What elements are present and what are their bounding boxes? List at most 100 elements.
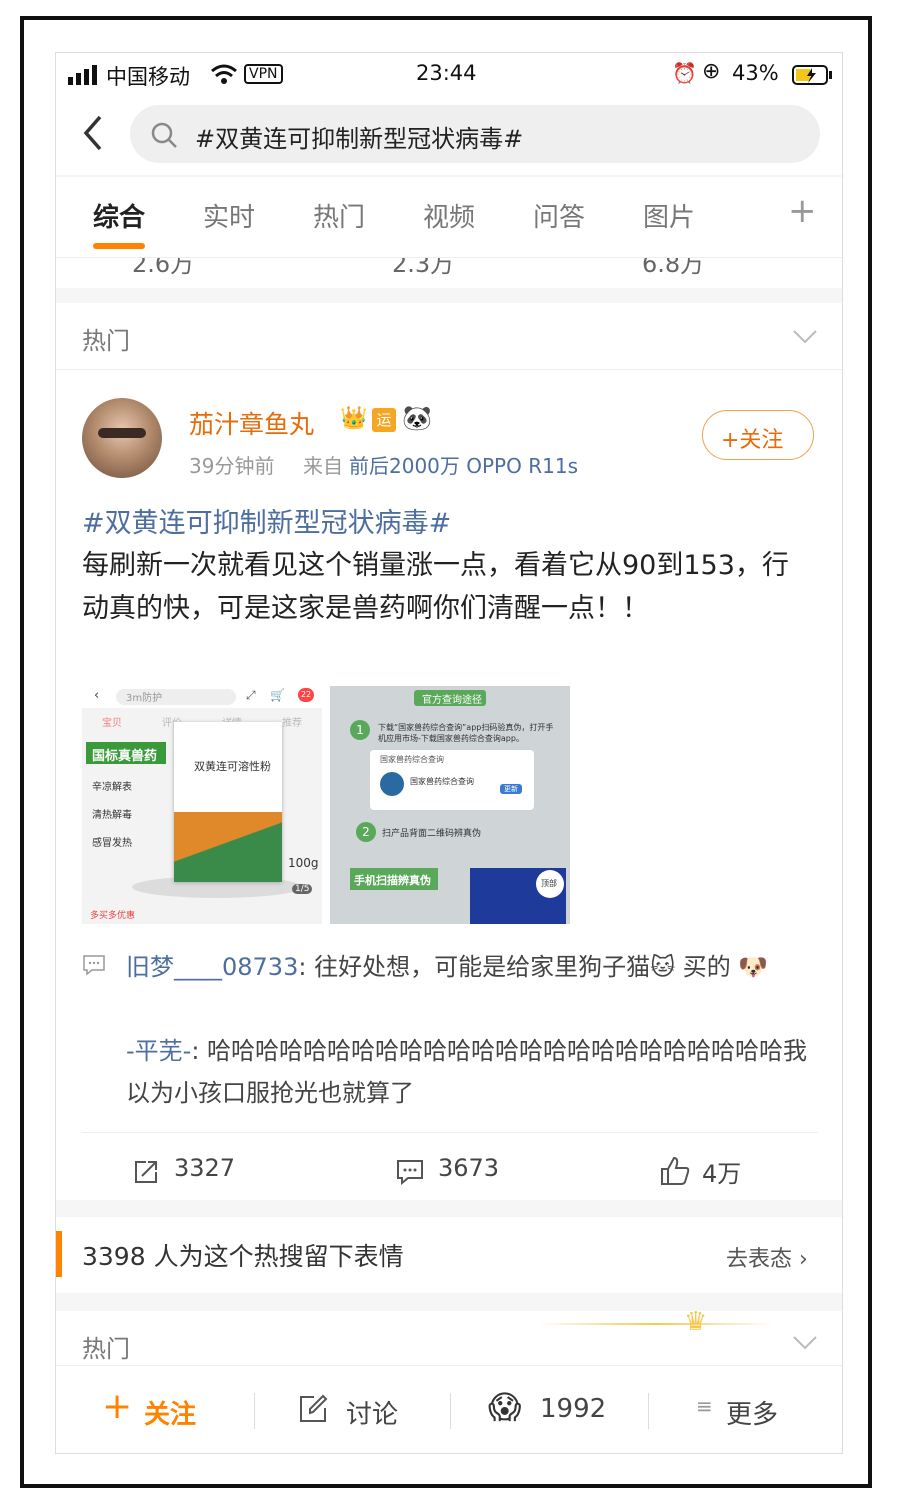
wifi-icon <box>211 64 237 84</box>
source-prefix: 来自 <box>303 454 343 478</box>
img1-search: 3m防护 <box>126 693 163 704</box>
badge-icon: 运 <box>372 408 396 432</box>
hot-section-header-2[interactable]: 热门 ♛ <box>56 1307 842 1371</box>
plus-icon: + <box>102 1386 133 1427</box>
post-topic-link[interactable]: #双黄连可抑制新型冠状病毒# <box>82 501 451 540</box>
img1-banner: 国标真兽药 <box>86 742 166 764</box>
follow-topic-button[interactable]: + 关注 <box>96 1380 256 1440</box>
repost-button[interactable]: 3327 <box>132 1152 292 1192</box>
comment-count: 3673 <box>438 1154 500 1182</box>
img2-step2: 扫产品背面二维码辨真伪 <box>382 829 482 839</box>
comment-icon <box>397 1160 423 1186</box>
tab-comprehensive[interactable]: 综合 <box>93 197 145 234</box>
emoji-reaction-button[interactable]: 😱 1992 <box>488 1380 628 1440</box>
emotion-bar[interactable]: 3398 人为这个热搜留下表情 去表态 › <box>56 1217 842 1293</box>
clock: 23:44 <box>416 61 477 85</box>
battery-percent: 43% <box>732 61 779 85</box>
search-query: #双黄连可抑制新型冠状病毒# <box>195 125 524 153</box>
bottom-action-bar: + 关注 讨论 😱 1992 ≡ 更多 <box>56 1365 842 1453</box>
hot-section-header[interactable]: 热门 <box>56 303 842 370</box>
section-title: 热门 <box>82 1335 130 1363</box>
follow-label: +关注 <box>721 428 784 453</box>
separator <box>254 1393 255 1429</box>
panda-icon: 🐼 <box>402 404 432 432</box>
section-title: 热门 <box>82 327 130 355</box>
emoji-count: 1992 <box>540 1394 607 1424</box>
chevron-down-icon[interactable] <box>792 1335 818 1351</box>
express-link[interactable]: 去表态 › <box>726 1241 808 1273</box>
post-image-1[interactable]: ‹ 3m防护 ⤢ 🛒 22 宝贝 评价 详情 推荐 国标真兽药 辛凉解表 清热解… <box>82 686 322 924</box>
divider <box>82 1132 818 1133</box>
prev-comment-count: 2.3万 <box>392 258 455 278</box>
like-count: 4万 <box>702 1160 742 1188</box>
comment-item: 旧梦____08733: 往好处想，可能是给家里狗子猫🐱 买的 🐶 <box>126 946 816 988</box>
post-image-2[interactable]: 官方查询途径 1 下载“国家兽药综合查询”app扫码验真伪，打开手机应用市场-下… <box>330 686 570 924</box>
back-arrow-icon[interactable] <box>80 113 104 153</box>
img1-weight: 100g <box>288 856 319 870</box>
previous-post-actions: 2.6万 2.3万 6.8万 <box>56 258 842 288</box>
tab-video[interactable]: 视频 <box>423 197 475 234</box>
img2-app-card: 国家兽药综合查询 国家兽药综合查询 更新 <box>370 750 534 810</box>
comment-item: -平芜-: 哈哈哈哈哈哈哈哈哈哈哈哈哈哈哈哈哈哈哈哈哈哈哈哈我以为小孩口服抢光也… <box>126 1030 816 1114</box>
discuss-label: 讨论 <box>346 1400 399 1430</box>
comment-preview-icon <box>83 955 105 976</box>
comment-button[interactable]: 3673 <box>396 1152 556 1192</box>
phone-screen: 中国移动 VPN 23:44 ⏰ ⊕ 43% #双黄连可抑制新型冠状病毒# 综合… <box>55 52 843 1454</box>
img2-top-button: 顶部 <box>536 870 564 898</box>
tab-hot[interactable]: 热门 <box>313 197 365 234</box>
separator <box>450 1393 451 1429</box>
more-button[interactable]: ≡ 更多 <box>696 1380 826 1440</box>
tab-qa[interactable]: 问答 <box>533 197 585 234</box>
img1-tab: 推荐 <box>282 718 302 729</box>
follow-button[interactable]: +关注 <box>702 410 814 460</box>
discuss-button[interactable]: 讨论 <box>298 1380 428 1440</box>
accent-stripe <box>56 1231 62 1277</box>
vpn-badge: VPN <box>244 64 283 84</box>
tab-realtime[interactable]: 实时 <box>203 197 255 234</box>
img2-title-pill: 官方查询途径 <box>414 690 486 706</box>
img1-product-bag: 双黄连可溶性粉 <box>174 722 282 882</box>
repost-icon <box>135 1161 157 1183</box>
tab-bar: 综合 实时 热门 视频 问答 图片 + <box>56 177 842 258</box>
author-name[interactable]: 茄汁章鱼丸 <box>189 405 314 441</box>
decor-line <box>536 1323 776 1325</box>
search-row: #双黄连可抑制新型冠状病毒# <box>56 95 842 175</box>
menu-icon: ≡ <box>696 1394 713 1418</box>
tab-images[interactable]: 图片 <box>643 197 695 234</box>
img1-cart-badge: 22 <box>298 688 314 702</box>
img1-cart-icon: 🛒 <box>270 688 285 702</box>
rotation-lock-icon: ⊕ <box>702 59 721 84</box>
search-box[interactable]: #双黄连可抑制新型冠状病毒# <box>130 105 820 163</box>
search-icon <box>151 122 177 148</box>
emotion-text: 3398 人为这个热搜留下表情 <box>82 1242 404 1271</box>
thumbs-up-icon <box>661 1156 690 1185</box>
img2-step2-num: 2 <box>356 822 376 842</box>
vip-crown-icon: 👑 <box>340 406 368 431</box>
comment-user[interactable]: -平芜- <box>126 1037 191 1065</box>
img2-step1-num: 1 <box>350 720 370 740</box>
img1-page: 1/5 <box>292 884 313 894</box>
post-source[interactable]: 前后2000万 OPPO R11s <box>349 450 578 479</box>
img1-promo: 多买多优惠 <box>90 911 136 921</box>
img1-tab: 宝贝 <box>102 718 122 729</box>
like-button[interactable]: 4万 <box>660 1152 800 1192</box>
signal-icon <box>68 65 97 85</box>
carrier-label: 中国移动 <box>106 65 190 89</box>
more-label: 更多 <box>726 1400 779 1430</box>
avatar[interactable] <box>82 398 162 478</box>
comment-user[interactable]: 旧梦____08733 <box>126 953 298 981</box>
repost-count: 3327 <box>174 1154 236 1182</box>
alarm-icon: ⏰ <box>672 61 697 85</box>
edit-icon <box>300 1394 328 1422</box>
follow-topic-label: 关注 <box>144 1400 197 1430</box>
weibo-post: 茄汁章鱼丸 👑 运 🐼 39分钟前 来自 前后2000万 OPPO R11s +… <box>56 370 842 1200</box>
img1-back-icon: ‹ <box>94 688 100 703</box>
img1-share-icon: ⤢ <box>246 688 256 702</box>
chevron-down-icon[interactable] <box>792 329 818 345</box>
add-tab-icon[interactable]: + <box>788 191 817 231</box>
post-text: 每刷新一次就看见这个销量涨一点，看着它从90到153，行动真的快，可是这家是兽药… <box>82 550 789 624</box>
post-time: 39分钟前 <box>189 454 275 478</box>
img1-feature: 感冒发热 <box>92 838 132 849</box>
comment-text: : 哈哈哈哈哈哈哈哈哈哈哈哈哈哈哈哈哈哈哈哈哈哈哈哈我以为小孩口服抢光也就算了 <box>126 1037 808 1107</box>
img1-feature: 辛凉解表 <box>92 782 132 793</box>
